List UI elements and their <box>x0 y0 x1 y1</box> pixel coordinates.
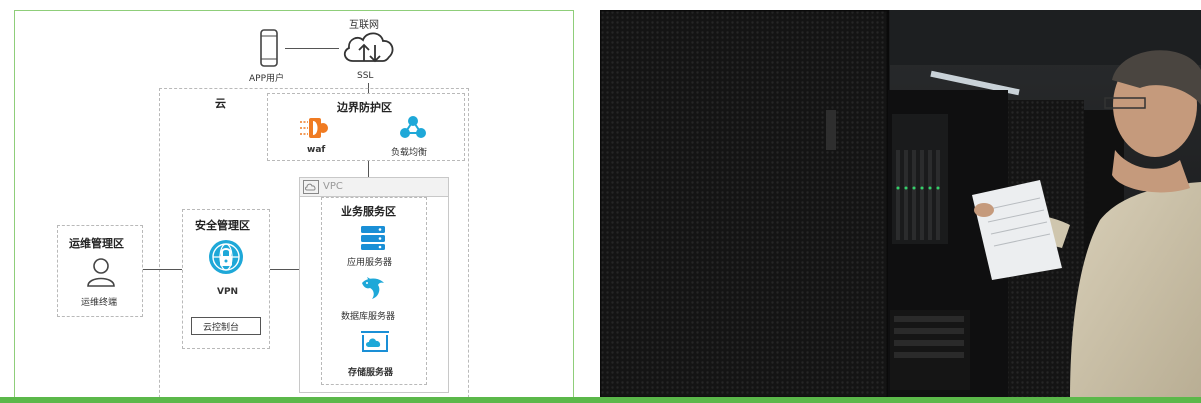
bottom-accent-bar <box>0 397 1201 403</box>
db-server-label: 数据库服务器 <box>341 312 396 322</box>
ops-zone-title: 运维管理区 <box>69 237 124 250</box>
phone-cloud-connector <box>285 48 339 49</box>
ssl-label: SSL <box>357 71 374 81</box>
datacenter-photo <box>600 10 1201 398</box>
user-icon <box>86 257 116 287</box>
border-zone-title: 边界防护区 <box>337 101 392 114</box>
waf-label: waf <box>307 145 326 155</box>
cloud-label: 云 <box>215 97 226 110</box>
storage-cloud-icon <box>360 329 390 355</box>
cloud-small-icon <box>303 180 319 194</box>
load-balancer-icon <box>399 115 427 139</box>
vpc-header <box>299 177 449 197</box>
lock-globe-icon <box>208 239 244 275</box>
phone-icon <box>259 29 279 67</box>
app-user-label: APP用户 <box>249 74 285 84</box>
cloud-upload-download-icon <box>339 27 399 69</box>
business-zone-title: 业务服务区 <box>341 205 396 218</box>
console-label: 云控制台 <box>203 323 240 333</box>
security-zone-title: 安全管理区 <box>195 219 250 232</box>
dolphin-database-icon <box>359 275 387 301</box>
app-server-label: 应用服务器 <box>347 258 393 268</box>
border-vpc-connector <box>368 161 369 177</box>
storage-server-label: 存储服务器 <box>348 368 394 378</box>
ops-terminal-label: 运维终端 <box>81 298 118 308</box>
vpn-label: VPN <box>217 287 239 297</box>
load-balancer-label: 负载均衡 <box>391 148 428 158</box>
ops-security-connector <box>143 269 182 270</box>
firewall-icon <box>299 115 329 141</box>
server-stack-icon <box>360 225 386 251</box>
vpc-label: VPC <box>323 181 343 192</box>
architecture-diagram: APP用户 互联网 SSL 云 边界防护区 waf 负载均衡 VPC 业务服务区… <box>14 10 574 402</box>
security-vpc-connector <box>270 269 299 270</box>
